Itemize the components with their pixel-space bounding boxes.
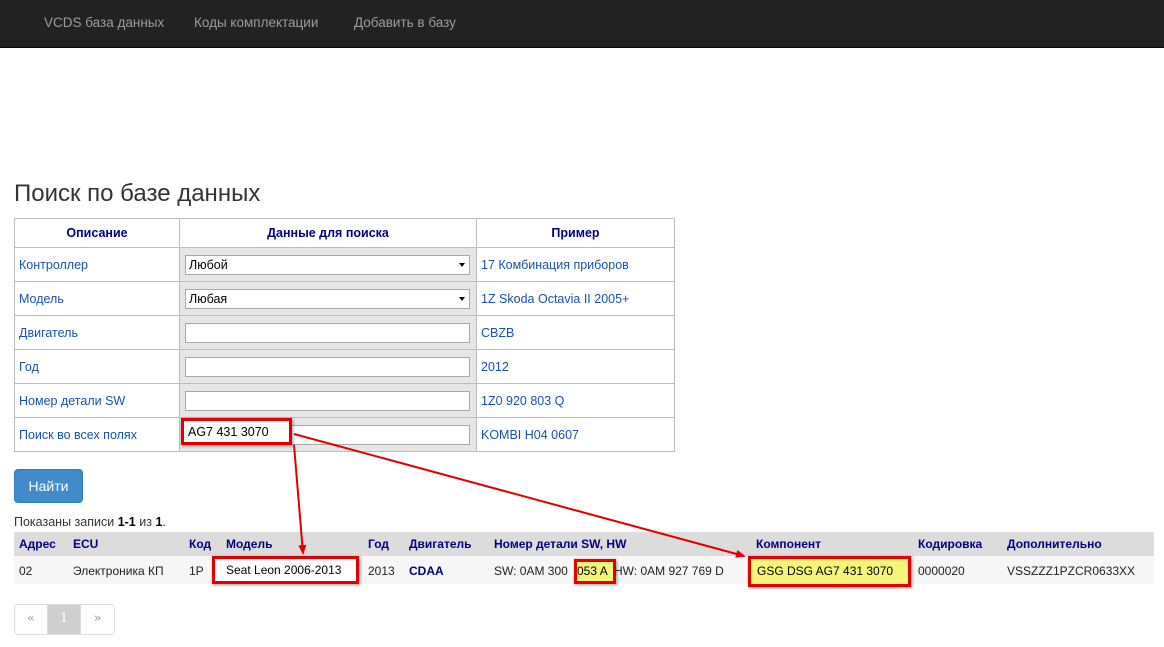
col-address[interactable]: Адрес <box>19 537 56 551</box>
search-form-table: Описание Данные для поиска Пример Контро… <box>14 218 675 452</box>
label-sw-part: Номер детали SW <box>14 383 180 418</box>
col-model[interactable]: Модель <box>226 537 272 551</box>
all-fields-input-value: AG7 431 3070 <box>188 425 269 439</box>
cell-coding: 0000020 <box>918 564 965 578</box>
col-sw-hw-part[interactable]: Номер детали SW, HW <box>494 537 626 551</box>
search-row-sw-part: Номер детали SW 1Z0 920 803 Q <box>14 383 675 418</box>
engine-input[interactable] <box>185 322 470 343</box>
label-engine: Двигатель <box>14 315 180 350</box>
search-row-all-fields: Поиск во всех полях KOMBI H04 0607 <box>14 417 675 452</box>
year-input[interactable] <box>185 356 470 377</box>
dropdown-arrow-icon <box>459 262 465 267</box>
search-row-engine: Двигатель CBZB <box>14 315 675 350</box>
summary-range: 1-1 <box>117 515 136 529</box>
label-model: Модель <box>14 281 180 316</box>
search-form-header-row: Описание Данные для поиска Пример <box>14 218 675 248</box>
col-year[interactable]: Год <box>368 537 389 551</box>
cell-ecu: Электроника КП <box>73 564 164 578</box>
search-row-model: Модель Любая 1Z Skoda Octavia II 2005+ <box>14 281 675 316</box>
col-ecu[interactable]: ECU <box>73 537 98 551</box>
col-extra[interactable]: Дополнительно <box>1007 537 1102 551</box>
label-year: Год <box>14 349 180 384</box>
example-sw-part: 1Z0 920 803 Q <box>476 383 675 418</box>
pagination-prev[interactable]: « <box>15 605 48 634</box>
summary-suffix: . <box>162 515 166 529</box>
label-controller: Контроллер <box>14 247 180 282</box>
results-header-row: Адрес ECU Код Модель Год Двигатель Номер… <box>14 532 1154 556</box>
controller-select-value: Любой <box>189 257 228 272</box>
cell-address: 02 <box>19 564 33 578</box>
search-row-controller: Контроллер Любой 17 Комбинация приборов <box>14 247 675 282</box>
pagination-page-1[interactable]: 1 <box>48 605 81 634</box>
col-engine[interactable]: Двигатель <box>409 537 472 551</box>
controller-select[interactable]: Любой <box>185 254 470 275</box>
dropdown-arrow-icon <box>459 296 465 301</box>
cell-extra: VSSZZZ1PZCR0633XX <box>1007 564 1136 578</box>
search-row-year: Год 2012 <box>14 349 675 384</box>
example-engine: CBZB <box>476 315 675 350</box>
example-year: 2012 <box>476 349 675 384</box>
col-code[interactable]: Код <box>189 537 211 551</box>
top-navbar: VCDS база данных Коды комплектации Добав… <box>0 0 1164 48</box>
summary-prefix: Показаны записи <box>14 515 118 529</box>
cell-sw-part-prefix: SW: 0AM 300 <box>494 564 568 578</box>
example-controller: 17 Комбинация приборов <box>476 247 675 282</box>
cell-engine[interactable]: CDAA <box>409 564 444 578</box>
find-button[interactable]: Найти <box>14 469 83 503</box>
example-model: 1Z Skoda Octavia II 2005+ <box>476 281 675 316</box>
pagination-next[interactable]: » <box>81 605 114 634</box>
page-title: Поиск по базе данных <box>14 180 261 207</box>
header-example: Пример <box>476 218 675 248</box>
nav-item-option-codes[interactable]: Коды комплектации <box>194 15 318 30</box>
header-description: Описание <box>14 218 180 248</box>
col-component[interactable]: Компонент <box>756 537 821 551</box>
label-all-fields: Поиск во всех полях <box>14 417 180 452</box>
cell-sw-part-suffix: 053 A <box>577 564 608 578</box>
col-coding[interactable]: Кодировка <box>918 537 982 551</box>
cell-year: 2013 <box>368 564 395 578</box>
cell-code: 1P <box>189 564 204 578</box>
summary-middle: из <box>135 515 156 529</box>
cell-component: GSG DSG AG7 431 3070 <box>757 564 894 578</box>
header-search-data: Данные для поиска <box>179 218 477 248</box>
results-summary: Показаны записи 1-1 из 1. <box>14 515 166 529</box>
model-select-value: Любая <box>189 291 228 306</box>
cell-hw-part: HW: 0AM 927 769 D <box>614 564 724 578</box>
pagination: « 1 » <box>14 604 115 635</box>
model-select[interactable]: Любая <box>185 288 470 309</box>
sw-part-input[interactable] <box>185 390 470 411</box>
nav-item-add-to-database[interactable]: Добавить в базу <box>354 15 456 30</box>
example-all-fields: KOMBI H04 0607 <box>476 417 675 452</box>
nav-item-database[interactable]: VCDS база данных <box>44 15 164 30</box>
cell-model: Seat Leon 2006-2013 <box>226 563 342 577</box>
